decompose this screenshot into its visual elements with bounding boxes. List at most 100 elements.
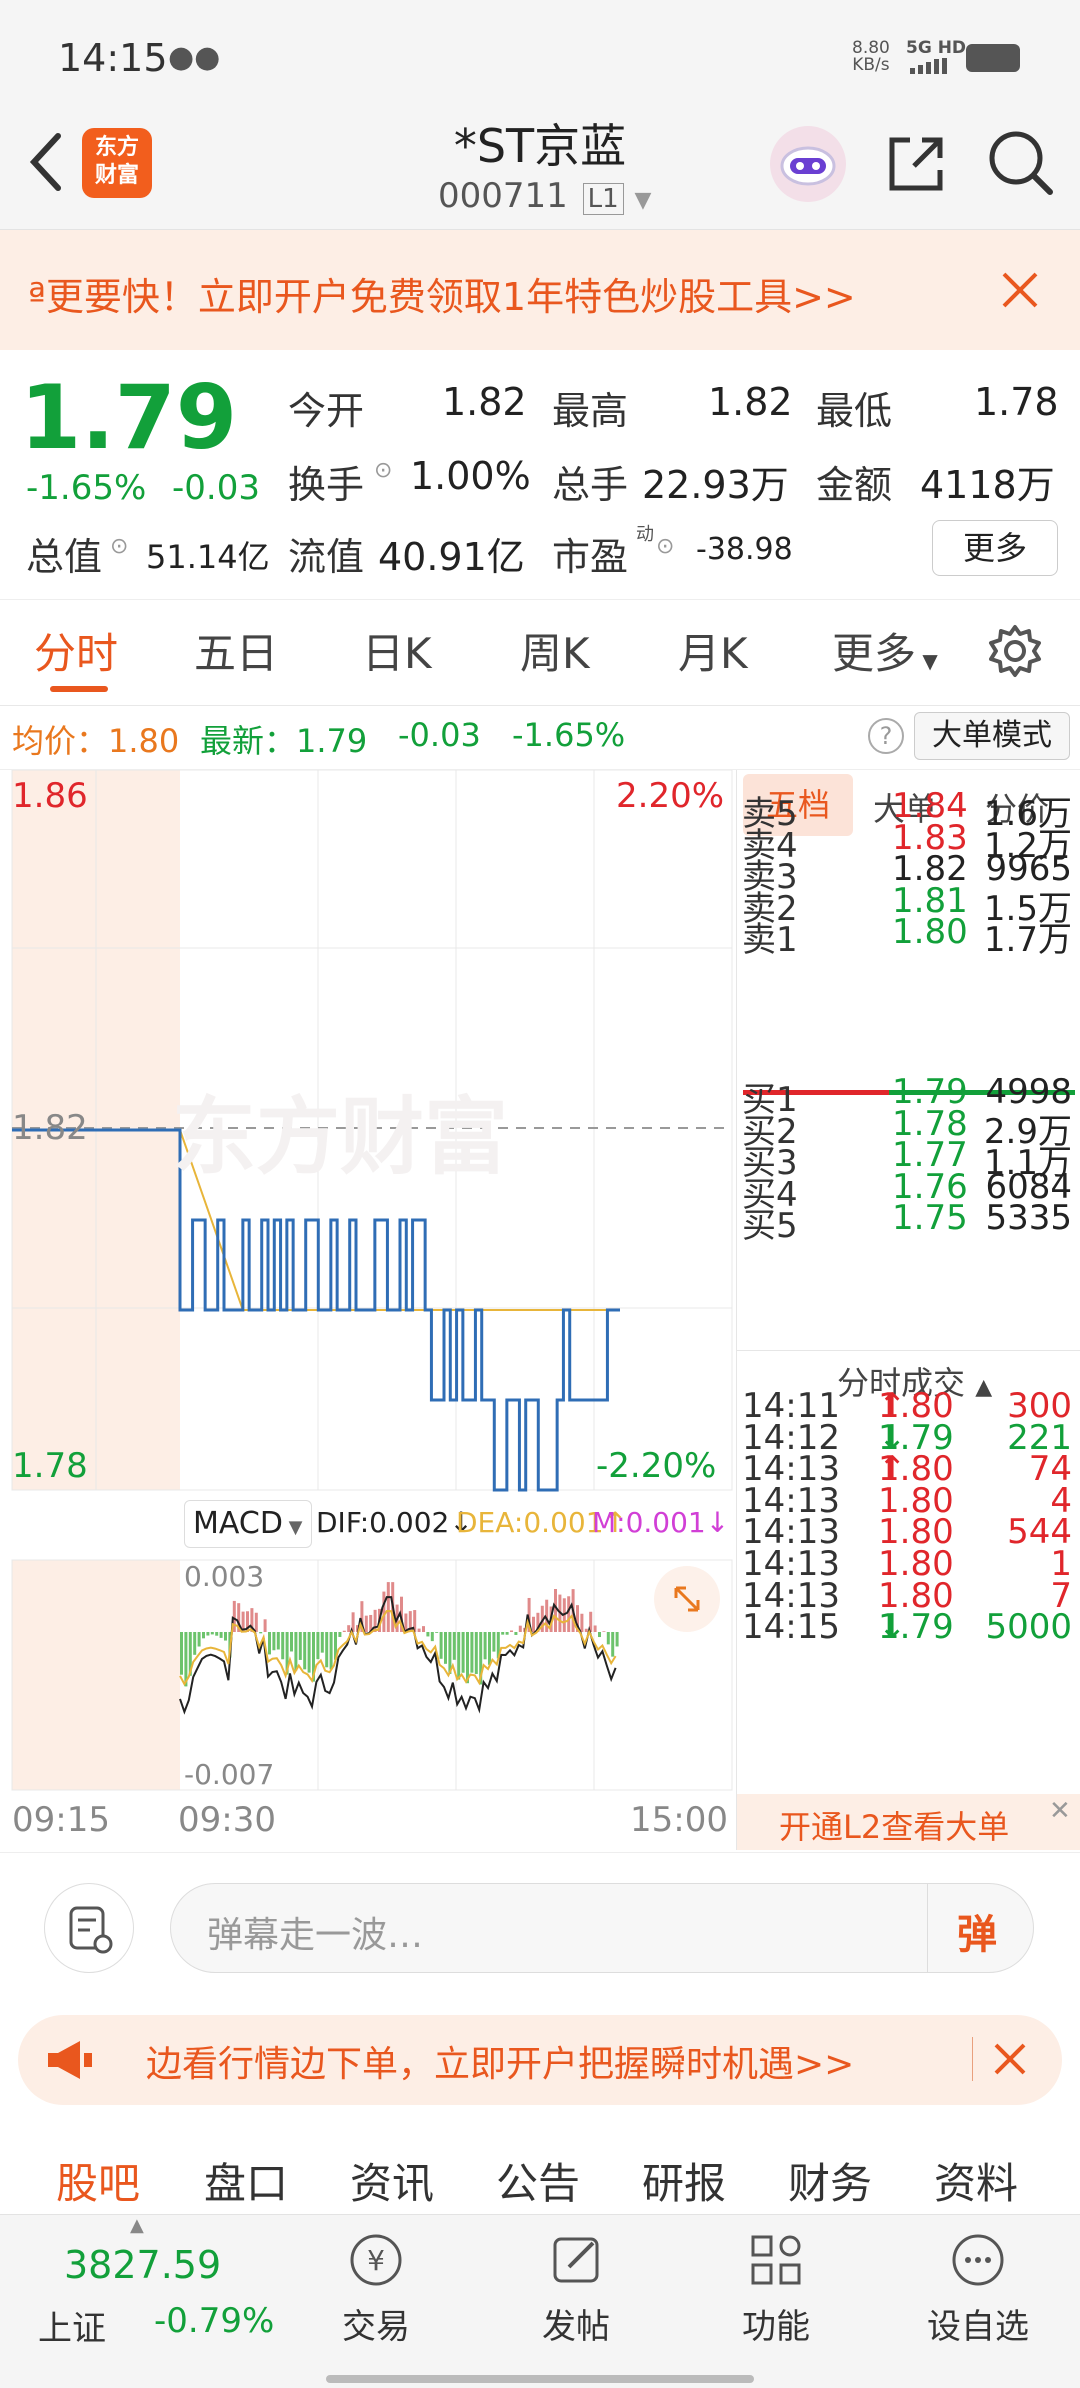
back-arrow-icon[interactable]	[26, 132, 66, 192]
macd-bar	[259, 1632, 263, 1634]
macd-bar	[439, 1632, 443, 1659]
danmu-list-icon[interactable]	[44, 1883, 134, 1973]
tab-order-panel[interactable]: 盘口	[204, 2150, 288, 2211]
divider	[927, 1884, 928, 1972]
caret-up-icon: ▲	[130, 2215, 144, 2236]
battery-icon	[966, 44, 1020, 72]
macd-bar	[417, 1628, 421, 1632]
macd-bar	[444, 1632, 447, 1664]
macd-bar	[598, 1632, 601, 1638]
macd-bar	[430, 1632, 434, 1642]
more-button[interactable]: 更多	[932, 520, 1058, 576]
tab-daily-k[interactable]: 日K	[362, 620, 432, 681]
macd-bar	[514, 1632, 518, 1635]
pct-bottom-label: -2.20%	[596, 1446, 717, 1486]
macd-bar	[532, 1616, 535, 1632]
danmu-input[interactable]: 弹幕走一波…	[207, 1906, 423, 1958]
close-icon[interactable]	[990, 2039, 1030, 2079]
share-icon[interactable]	[884, 130, 950, 196]
macd-bar	[294, 1632, 298, 1671]
megaphone-icon	[44, 2035, 94, 2085]
expand-icon[interactable]	[654, 1566, 720, 1632]
signal-icon	[908, 58, 954, 74]
tab-forum[interactable]: 股吧	[56, 2150, 140, 2211]
macd-bottom-label: -0.007	[184, 1758, 275, 1791]
macd-bar	[180, 1632, 183, 1675]
pct-top-label: 2.20%	[616, 776, 725, 816]
macd-bar	[474, 1632, 478, 1674]
tab-intraday[interactable]: 分时	[34, 620, 118, 681]
robot-assistant-icon[interactable]	[770, 126, 846, 202]
promo-banner[interactable]: ª更要快！立即开户免费领取1年特色炒股工具>>	[0, 230, 1080, 350]
price-bottom-label: 1.78	[12, 1446, 88, 1486]
tab-monthly-k[interactable]: 月K	[678, 620, 748, 681]
close-icon[interactable]	[1000, 270, 1040, 310]
tab-research[interactable]: 研报	[642, 2150, 726, 2211]
tab-more[interactable]: 更多 ▼	[832, 620, 938, 681]
help-icon[interactable]: ?	[868, 718, 904, 754]
content-tabs: 股吧 盘口 资讯 公告 研报 财务 资料	[0, 2140, 1080, 2214]
total-value: 51.14亿	[146, 538, 270, 576]
macd-bar	[422, 1626, 425, 1632]
nav-trade[interactable]: ¥ 交易	[306, 2215, 446, 2365]
macd-bar	[298, 1632, 302, 1660]
latest-change-pct: -1.65%	[512, 716, 626, 754]
tab-announcements[interactable]: 公告	[496, 2150, 580, 2211]
l2-link[interactable]: 开通L2查看大单	[779, 1802, 1009, 1848]
macd-bar	[606, 1632, 610, 1645]
macd-bar	[263, 1619, 267, 1632]
level-price: 1.75	[892, 1198, 968, 1239]
promo-text: ª更要快！立即开户免费领取1年特色炒股工具>>	[28, 275, 856, 319]
macd-bar	[518, 1625, 522, 1632]
stock-code[interactable]: 000711 L1 ▼	[438, 176, 651, 216]
tab-weekly-k[interactable]: 周K	[520, 620, 590, 681]
macd-bar	[470, 1632, 474, 1673]
nav-watchlist[interactable]: 设自选	[908, 2215, 1048, 2365]
settings-gear-icon[interactable]	[988, 624, 1042, 678]
close-icon[interactable]: ✕	[1049, 1796, 1071, 1826]
intraday-chart[interactable]: 东方财富 1.86 1.82 1.78 2.20% -2.20% MACD ▼ …	[0, 769, 736, 1850]
macd-bar	[435, 1632, 439, 1633]
turnover-label: 换手	[288, 463, 365, 507]
tab-news[interactable]: 资讯	[350, 2150, 434, 2211]
big-order-mode-button[interactable]: 大单模式	[914, 712, 1070, 760]
macd-bar	[466, 1632, 469, 1684]
change-pct: -1.65%	[26, 468, 147, 508]
trade-promo-banner[interactable]: 边看行情边下单，立即开户把握瞬时机遇>>	[18, 2015, 1062, 2105]
app-logo: 东方 财富	[82, 128, 152, 198]
tab-five-day[interactable]: 五日	[194, 620, 278, 681]
macd-bar	[206, 1632, 210, 1636]
quote-panel: 1.79 -1.65% -0.03 总值 ⊙ 51.14亿 今开 1.82 最高…	[0, 350, 1080, 600]
bottom-nav: ▲ 3827.59 上证 -0.79% ¥ 交易 发帖 功能 设自选	[0, 2214, 1080, 2388]
trade-yen-icon: ¥	[350, 2234, 402, 2286]
level-label: 买5	[742, 1206, 798, 1247]
nav-function[interactable]: 功能	[706, 2215, 846, 2365]
macd-bar	[584, 1628, 588, 1632]
index-change[interactable]: -0.79%	[154, 2301, 274, 2341]
tab-profile[interactable]: 资料	[934, 2150, 1018, 2211]
nav-post[interactable]: 发帖	[506, 2215, 646, 2365]
macd-selector[interactable]: MACD ▼	[184, 1500, 312, 1548]
open-label: 今开	[288, 389, 365, 433]
index-name[interactable]: 上证	[38, 2301, 106, 2350]
bid-row: 买5 1.75 5335	[742, 1198, 1072, 1247]
level-label: 卖1	[742, 920, 798, 961]
danmu-send-button[interactable]: 弹	[957, 1902, 997, 1960]
search-icon[interactable]	[986, 128, 1056, 198]
info-icon[interactable]: ⊙	[110, 534, 128, 559]
macd-bar	[268, 1632, 271, 1655]
macd-bar	[338, 1632, 342, 1637]
watchlist-icon	[952, 2234, 1004, 2286]
index-value[interactable]: 3827.59	[64, 2243, 221, 2287]
macd-bar	[615, 1632, 619, 1647]
tab-financials[interactable]: 财务	[788, 2150, 872, 2211]
info-icon[interactable]: ⊙	[374, 458, 392, 483]
volume-value: 22.93万	[642, 463, 789, 507]
macd-bar	[320, 1632, 324, 1653]
avg-price: 均价：1.80	[12, 722, 180, 760]
macd-bar	[602, 1631, 606, 1632]
info-icon[interactable]: ⊙	[656, 534, 674, 559]
volume-label: 总手	[552, 463, 629, 507]
l2-banner[interactable]: 开通L2查看大单 ✕	[737, 1794, 1080, 1850]
turnover-value: 1.00%	[410, 454, 531, 498]
